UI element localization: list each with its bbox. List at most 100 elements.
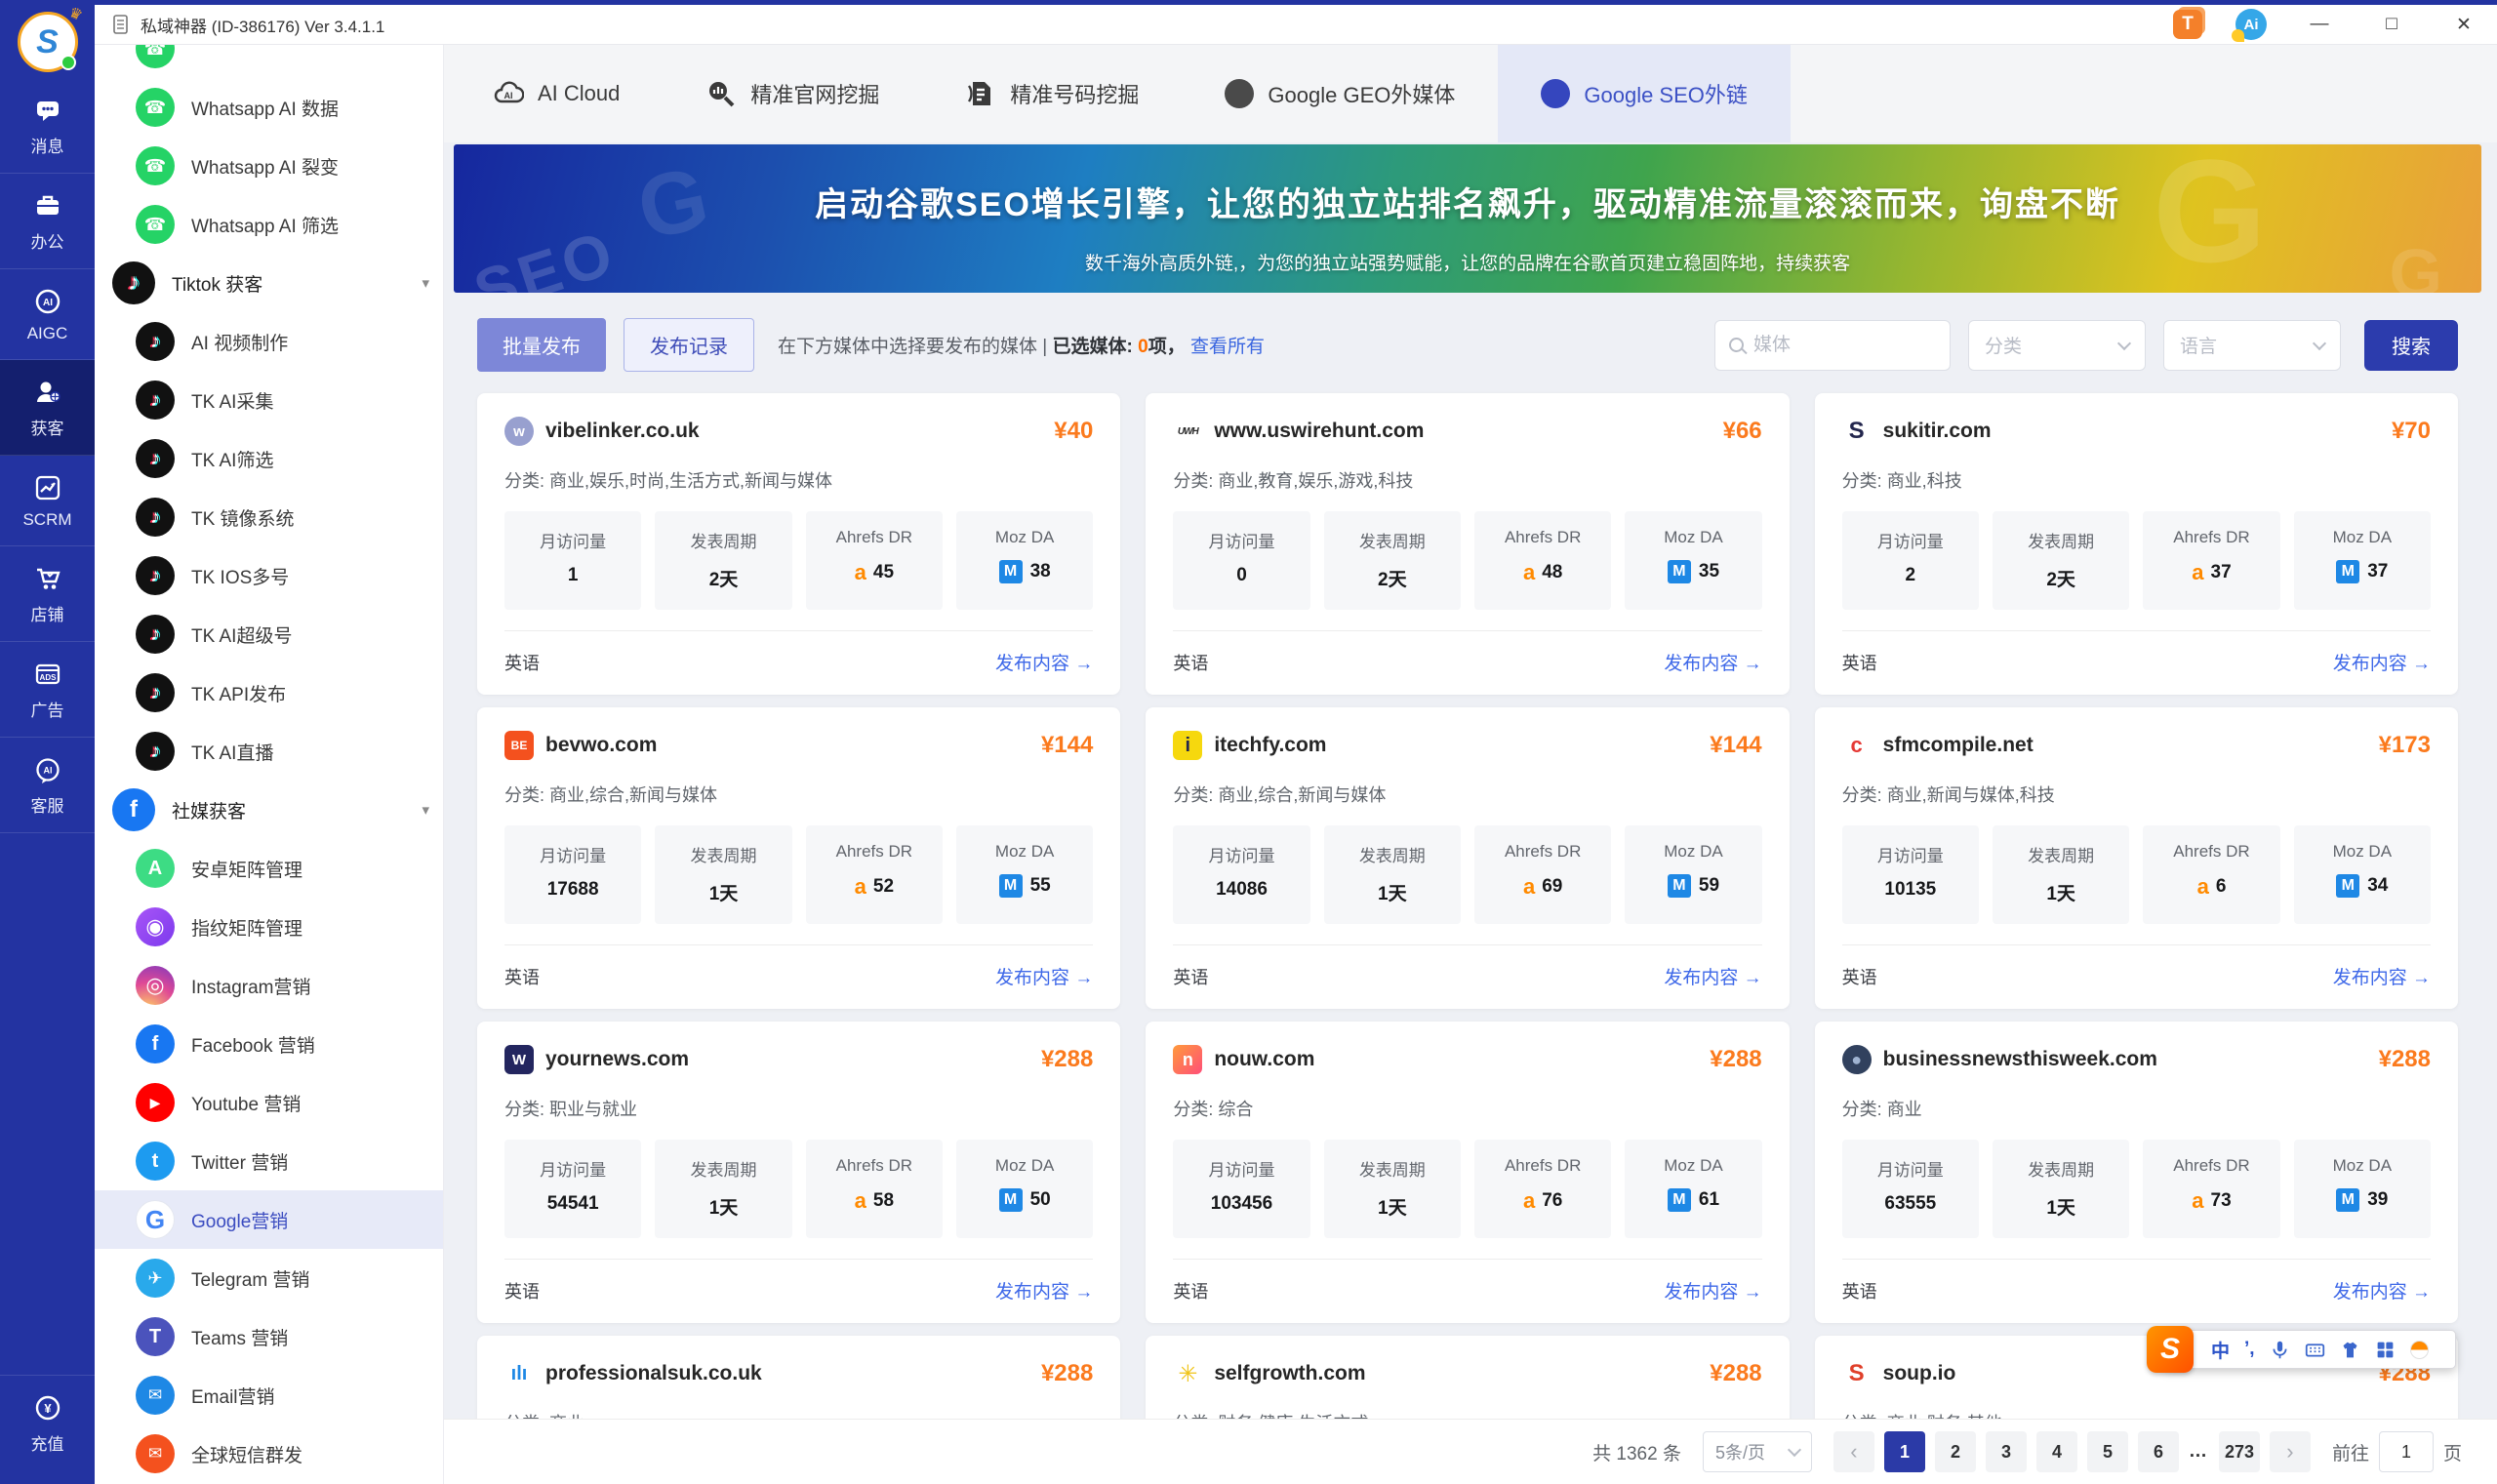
page-button-4[interactable]: 5 xyxy=(2086,1431,2128,1472)
prev-page-button[interactable]: ‹ xyxy=(1832,1431,1874,1472)
publish-content-link[interactable]: 发布内容 → xyxy=(995,963,1093,989)
tab-google-geo[interactable]: Google GEO外媒体 xyxy=(1182,45,1498,142)
publish-content-link[interactable]: 发布内容 → xyxy=(2333,649,2431,675)
last-page-button[interactable]: 273 xyxy=(2218,1431,2260,1472)
sidebar-item-6[interactable]: ♪ TK AI采集 xyxy=(95,371,443,429)
publish-content-link[interactable]: 发布内容 → xyxy=(1664,1277,1761,1304)
sidebar-item-10[interactable]: ♪ TK AI超级号 xyxy=(95,605,443,663)
toolbox-grid-icon[interactable] xyxy=(2375,1340,2396,1360)
sidebar-item-21[interactable]: ✈ Telegram 营销 xyxy=(95,1249,443,1307)
close-button[interactable]: ✕ xyxy=(2444,14,2483,36)
sidebar-item-14[interactable]: A 安卓矩阵管理 xyxy=(95,839,443,898)
stat-value: 1天 xyxy=(661,1193,785,1220)
batch-publish-button[interactable]: 批量发布 xyxy=(477,318,606,372)
media-search-input[interactable] xyxy=(1753,334,1936,356)
sidebar-item-12[interactable]: ♪ TK AI直播 xyxy=(95,722,443,781)
total-count: 共 1362 条 xyxy=(1592,1443,1681,1464)
language-label: 英语 xyxy=(1841,1281,1877,1302)
language-label: 英语 xyxy=(1841,967,1877,987)
app-logo[interactable]: S ♛ xyxy=(17,4,85,72)
tab-ai-cloud[interactable]: AI AI Cloud xyxy=(450,45,663,142)
sidebar-item-aigc[interactable]: AI AIGC xyxy=(0,269,95,360)
sidebar-item-leads[interactable]: 获客 xyxy=(0,360,95,456)
tab-label: AI Cloud xyxy=(538,81,621,105)
publish-content-link[interactable]: 发布内容 → xyxy=(1664,649,1761,675)
sidebar-item-shop[interactable]: 店铺 xyxy=(0,546,95,642)
tab-number-mining[interactable]: 精准号码挖掘 xyxy=(922,45,1182,142)
sogou-logo-icon[interactable]: S xyxy=(2147,1326,2194,1373)
next-page-button[interactable]: › xyxy=(2269,1431,2311,1472)
primary-sidebar: S ♛ 消息 办公 AI AIGC 获客 SCRM 店铺 ADS 广告 AI 客… xyxy=(0,0,95,1484)
stat-label: Moz DA xyxy=(1664,1156,1723,1175)
punctuation-icon[interactable]: ’, xyxy=(2244,1339,2255,1360)
publish-content-link[interactable]: 发布内容 → xyxy=(2333,1277,2431,1304)
mic-icon[interactable] xyxy=(2270,1340,2290,1360)
goto-page-input[interactable] xyxy=(2378,1431,2434,1472)
view-all-link[interactable]: 查看所有 xyxy=(1190,337,1265,357)
stat-label: Ahrefs DR xyxy=(835,528,913,546)
page-button-2[interactable]: 3 xyxy=(1985,1431,2027,1472)
minimize-button[interactable]: — xyxy=(2300,14,2339,35)
page-size-select[interactable]: 5条/页 xyxy=(1702,1431,1812,1472)
page-button-5[interactable]: 6 xyxy=(2137,1431,2179,1472)
sidebar-item-messages[interactable]: 消息 xyxy=(0,78,95,174)
sidebar-item-18[interactable]: ▶ Youtube 营销 xyxy=(95,1073,443,1132)
publish-content-link[interactable]: 发布内容 → xyxy=(2333,963,2431,989)
stat-row: 月访问量 103456 发表周期 1天 Ahrefs DR a 76 Moz D… xyxy=(1173,1140,1762,1238)
sidebar-item-office[interactable]: 办公 xyxy=(0,174,95,269)
site-domain: sfmcompile.net xyxy=(1882,734,2034,756)
stat-value: 39 xyxy=(2300,1188,2425,1212)
sidebar-item-scrm[interactable]: SCRM xyxy=(0,456,95,546)
sidebar-item-label: Telegram 营销 xyxy=(191,1269,310,1291)
publish-content-link[interactable]: 发布内容 → xyxy=(995,649,1093,675)
emoji-ball-icon[interactable] xyxy=(2409,1340,2429,1359)
sidebar-item-22[interactable]: T Teams 营销 xyxy=(95,1307,443,1366)
category-select[interactable]: 分类 xyxy=(1968,319,2146,371)
sidebar-item-2[interactable]: ☎ Whatsapp AI 裂变 xyxy=(95,137,443,195)
search-icon xyxy=(1729,338,1744,352)
sidebar-item-0[interactable]: ☎ xyxy=(95,45,443,78)
translate-tray-icon[interactable]: T xyxy=(2173,10,2202,39)
sidebar-item-19[interactable]: t Twitter 营销 xyxy=(95,1132,443,1190)
stat-label: 月访问量 xyxy=(540,847,607,865)
chinese-mode-icon[interactable]: 中 xyxy=(2211,1337,2230,1363)
sidebar-item-9[interactable]: ♪ TK IOS多号 xyxy=(95,546,443,605)
sidebar-item-13[interactable]: f 社媒获客 ▾ xyxy=(95,781,443,839)
sidebar-item-15[interactable]: ◉ 指纹矩阵管理 xyxy=(95,898,443,956)
sidebar-item-24[interactable]: ✉ 全球短信群发 xyxy=(95,1424,443,1483)
keyboard-icon[interactable] xyxy=(2305,1340,2325,1360)
publish-content-link[interactable]: 发布内容 → xyxy=(995,1277,1093,1304)
sidebar-item-16[interactable]: ◎ Instagram营销 xyxy=(95,956,443,1015)
search-button[interactable]: 搜索 xyxy=(2364,319,2458,371)
maximize-button[interactable]: □ xyxy=(2372,14,2411,35)
sidebar-item-17[interactable]: f Facebook 营销 xyxy=(95,1015,443,1073)
sidebar-item-8[interactable]: ♪ TK 镜像系统 xyxy=(95,488,443,546)
sidebar-item-1[interactable]: ☎ Whatsapp AI 数据 xyxy=(95,78,443,137)
sidebar-item-support[interactable]: AI 客服 xyxy=(0,738,95,833)
sidebar-item-20[interactable]: G Google营销 xyxy=(95,1190,443,1249)
stat-label: Moz DA xyxy=(994,528,1055,546)
sidebar-item-4[interactable]: ♪ Tiktok 获客 ▾ xyxy=(95,254,443,312)
page-button-3[interactable]: 4 xyxy=(2035,1431,2077,1472)
tab-google-seo[interactable]: Google SEO外链 xyxy=(1498,45,1791,142)
sidebar-item-ads[interactable]: ADS 广告 xyxy=(0,642,95,738)
language-select[interactable]: 语言 xyxy=(2163,319,2341,371)
skin-icon[interactable] xyxy=(2340,1340,2360,1360)
stat-value: 0 xyxy=(1179,565,1304,586)
sidebar-item-label: Google营销 xyxy=(191,1211,289,1232)
category-value: 职业与就业 xyxy=(549,1100,638,1119)
page-button-1[interactable]: 2 xyxy=(1934,1431,1976,1472)
publish-record-button[interactable]: 发布记录 xyxy=(624,318,754,372)
ai-chat-tray-icon[interactable]: Ai xyxy=(2232,9,2267,42)
media-card-8: ● businessnewsthisweek.com ¥288 分类: 商业 月… xyxy=(1814,1022,2458,1323)
page-button-0[interactable]: 1 xyxy=(1883,1431,1925,1472)
sidebar-item-23[interactable]: ✉ Email营销 xyxy=(95,1366,443,1424)
sidebar-item-3[interactable]: ☎ Whatsapp AI 筛选 xyxy=(95,195,443,254)
sidebar-item-recharge[interactable]: ¥ 充值 xyxy=(0,1375,95,1470)
publish-content-link[interactable]: 发布内容 → xyxy=(1664,963,1761,989)
stat-value: 54541 xyxy=(510,1193,635,1215)
sidebar-item-5[interactable]: ♪ AI 视频制作 xyxy=(95,312,443,371)
sidebar-item-7[interactable]: ♪ TK AI筛选 xyxy=(95,429,443,488)
tab-site-mining[interactable]: 精准官网挖掘 xyxy=(663,45,922,142)
sidebar-item-11[interactable]: ♪ TK API发布 xyxy=(95,663,443,722)
